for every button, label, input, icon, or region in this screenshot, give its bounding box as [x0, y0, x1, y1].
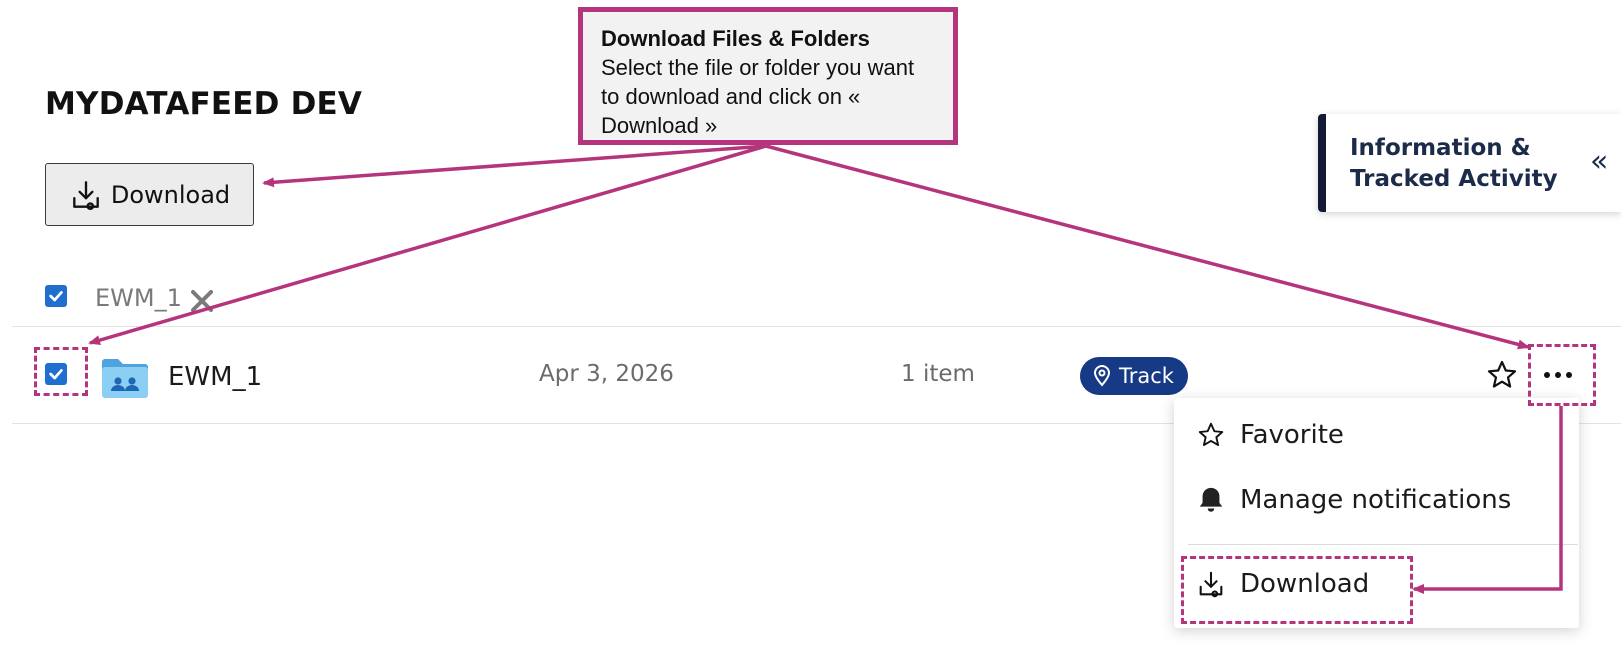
shared-folder-icon	[102, 359, 148, 398]
download-button-label: Download	[110, 180, 231, 209]
select-all-checkbox[interactable]	[45, 285, 67, 307]
location-pin-icon	[1093, 365, 1111, 387]
chevron-double-left-icon[interactable]: «	[1590, 144, 1608, 179]
bell-icon	[1199, 487, 1223, 512]
selection-label: EWM_1	[95, 284, 182, 312]
highlight-more-menu	[1528, 344, 1596, 406]
annotation-callout: Download Files & Folders Select the file…	[578, 7, 958, 145]
check-icon	[49, 291, 63, 302]
close-icon[interactable]	[188, 287, 216, 315]
menu-divider	[1188, 544, 1578, 545]
track-label: Track	[1119, 364, 1174, 388]
row-date: Apr 3, 2026	[539, 361, 674, 387]
star-icon[interactable]	[1486, 359, 1518, 391]
arrow-to-download-button	[262, 144, 767, 188]
callout-body: Select the file or folder you want to do…	[601, 55, 915, 138]
track-button[interactable]: Track	[1080, 357, 1188, 395]
highlight-download-item	[1181, 556, 1413, 624]
menu-item-label: Favorite	[1240, 420, 1344, 450]
page-title: MYDATAFEED DEV	[45, 86, 363, 122]
menu-item-label: Manage notifications	[1240, 485, 1512, 515]
info-panel-title: Information & Tracked Activity	[1350, 135, 1558, 192]
menu-item-favorite[interactable]: Favorite	[1196, 420, 1344, 450]
download-button[interactable]: Download	[45, 163, 254, 226]
row-divider	[12, 326, 1621, 327]
download-icon	[72, 180, 99, 210]
star-icon	[1198, 422, 1224, 446]
row-item-count: 1 item	[901, 361, 975, 387]
row-name[interactable]: EWM_1	[168, 362, 262, 392]
menu-item-manage-notifications[interactable]: Manage notifications	[1196, 485, 1511, 515]
highlight-checkbox	[34, 347, 88, 396]
callout-title: Download Files & Folders	[601, 26, 870, 51]
